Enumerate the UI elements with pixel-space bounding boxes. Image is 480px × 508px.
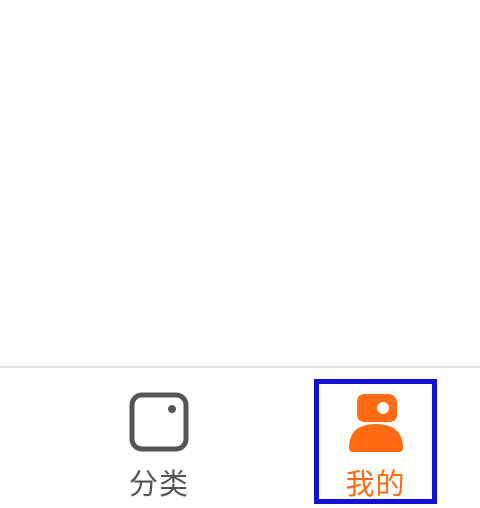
profile-user-icon (345, 392, 407, 454)
main-content-area (0, 0, 480, 366)
tab-mine-label: 我的 (345, 467, 406, 501)
app-screen: 分类 我的 (0, 0, 480, 508)
tab-category-label: 分类 (128, 467, 189, 501)
tab-mine[interactable]: 我的 (316, 368, 435, 508)
bottom-tab-bar: 分类 我的 (0, 366, 480, 508)
category-square-icon (129, 392, 189, 452)
tab-category[interactable]: 分类 (98, 368, 220, 508)
